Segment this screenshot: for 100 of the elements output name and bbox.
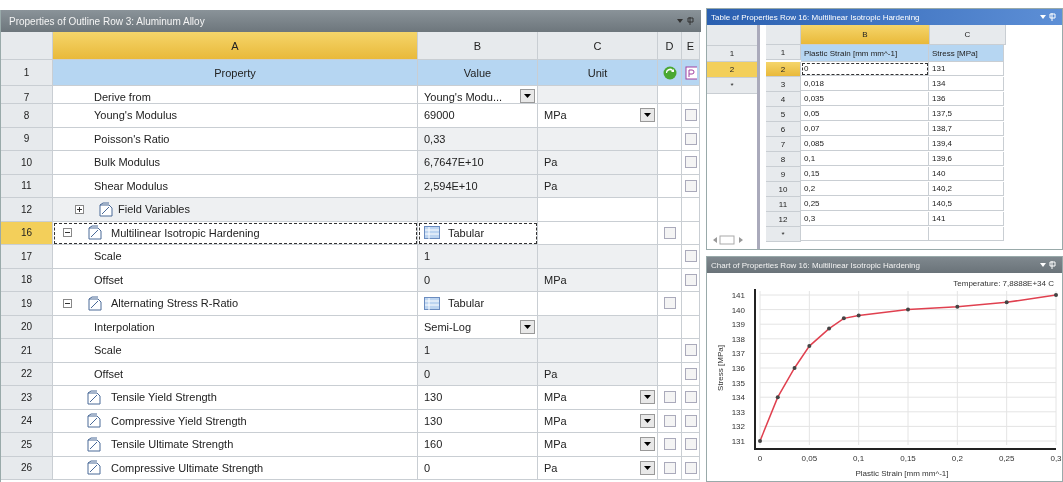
table-cell[interactable]: 0,035 <box>801 92 929 106</box>
pin-icon[interactable] <box>1038 261 1058 269</box>
row-number[interactable]: 19 <box>1 292 53 316</box>
row-number[interactable]: 10 <box>766 182 801 197</box>
table-cell[interactable]: 140,5 <box>929 197 1004 211</box>
table-cell[interactable]: 0,15 <box>801 167 929 181</box>
property-name: Compressive Yield Strength <box>111 414 247 427</box>
window-title: Table of Properties Row 16: Multilinear Isotropic Hardening <box>711 12 920 22</box>
table-cell[interactable]: 134 <box>929 77 1004 91</box>
table-cell[interactable]: 0,07 <box>801 122 929 136</box>
property-name: Scale <box>94 250 122 263</box>
checkbox[interactable] <box>663 226 676 239</box>
checkbox[interactable] <box>685 438 697 451</box>
table-cell[interactable]: 0,3 <box>801 212 929 226</box>
dropdown-button[interactable] <box>640 437 655 452</box>
axis-tick-label: 131 <box>731 437 745 446</box>
table-cell[interactable]: 139,6 <box>929 152 1004 166</box>
dropdown-button[interactable] <box>520 319 535 334</box>
table-cell[interactable]: 0,018 <box>801 77 929 91</box>
table-cell[interactable] <box>801 227 929 241</box>
row-number[interactable]: 25 <box>1 433 53 457</box>
checkbox[interactable] <box>685 273 697 286</box>
table-cell[interactable]: 138,7 <box>929 122 1004 136</box>
row-number[interactable]: 20 <box>1 315 53 339</box>
dropdown-button[interactable] <box>640 390 655 405</box>
row-number[interactable]: 9 <box>766 167 801 182</box>
row-number[interactable]: 24 <box>1 409 53 433</box>
dropdown-button[interactable] <box>640 413 655 428</box>
scroll-arrows[interactable] <box>711 235 745 245</box>
property-unit: MPa <box>544 438 567 451</box>
checkbox[interactable] <box>685 367 697 380</box>
table-cell[interactable]: 140 <box>929 167 1004 181</box>
column-header[interactable]: D <box>658 32 682 60</box>
table-cell[interactable]: 131 <box>929 62 1004 76</box>
row-number[interactable]: 8 <box>766 152 801 167</box>
table-cell[interactable]: 0,25 <box>801 197 929 211</box>
table-cell[interactable] <box>929 227 1004 241</box>
dropdown-button[interactable] <box>520 89 535 103</box>
row-number[interactable]: 11 <box>1 174 53 198</box>
pin-icon[interactable] <box>675 16 697 26</box>
row-number[interactable]: 7 <box>1 86 53 104</box>
row-number[interactable]: 10 <box>1 151 53 175</box>
column-header[interactable]: C <box>538 32 658 60</box>
table-cell[interactable]: 139,4 <box>929 137 1004 151</box>
table-cell[interactable]: 140,2 <box>929 182 1004 196</box>
checkbox[interactable] <box>685 344 697 357</box>
row-number[interactable]: 12 <box>766 212 801 227</box>
checkbox[interactable] <box>685 414 697 427</box>
checkbox[interactable] <box>685 391 697 404</box>
checkbox[interactable] <box>685 109 697 122</box>
column-header[interactable]: C <box>930 25 1006 45</box>
row-number[interactable]: 8 <box>1 104 53 128</box>
dropdown-button[interactable] <box>640 108 655 123</box>
expander-icon[interactable] <box>63 228 72 238</box>
table-cell[interactable]: 0,2 <box>801 182 929 196</box>
row-number[interactable]: 22 <box>1 362 53 386</box>
checkbox[interactable] <box>685 179 697 192</box>
expander-icon[interactable] <box>75 204 84 214</box>
checkbox[interactable] <box>663 438 676 451</box>
checkbox[interactable] <box>663 391 676 404</box>
checkbox[interactable] <box>685 461 697 474</box>
row-number[interactable]: 26 <box>1 456 53 480</box>
row-number[interactable]: 9 <box>1 127 53 151</box>
column-header[interactable]: E <box>682 32 700 60</box>
expander-icon[interactable] <box>63 298 72 308</box>
row-number[interactable]: 1 <box>707 46 757 62</box>
table-cell[interactable]: 0,05 <box>801 107 929 121</box>
table-cell[interactable]: 141 <box>929 212 1004 226</box>
row-number[interactable]: 11 <box>766 197 801 212</box>
row-number[interactable]: 7 <box>766 137 801 152</box>
row-number[interactable]: 2 <box>707 62 757 78</box>
column-header[interactable]: A <box>53 32 418 60</box>
column-header[interactable]: B <box>418 32 538 60</box>
checkbox[interactable] <box>685 156 697 169</box>
row-number[interactable]: 18 <box>1 268 53 292</box>
pin-icon[interactable] <box>1038 13 1058 21</box>
row-number[interactable]: 17 <box>1 245 53 269</box>
row-number[interactable]: 16 <box>1 221 53 245</box>
row-number[interactable]: 21 <box>1 339 53 363</box>
row-number[interactable]: * <box>707 78 757 94</box>
row-number[interactable]: 5 <box>766 107 801 122</box>
table-icon <box>88 225 102 241</box>
checkbox[interactable] <box>663 297 676 310</box>
column-header[interactable]: B <box>801 25 930 45</box>
checkbox[interactable] <box>685 250 697 263</box>
checkbox[interactable] <box>663 414 676 427</box>
row-number[interactable]: 12 <box>1 198 53 222</box>
row-number[interactable]: 4 <box>766 92 801 107</box>
dropdown-button[interactable] <box>640 460 655 475</box>
table-cell[interactable]: 136 <box>929 92 1004 106</box>
table-cell[interactable]: 0 <box>801 62 929 76</box>
row-number[interactable]: 3 <box>766 77 801 92</box>
row-number[interactable]: 6 <box>766 122 801 137</box>
table-cell[interactable]: 0,085 <box>801 137 929 151</box>
table-cell[interactable]: 137,5 <box>929 107 1004 121</box>
row-number[interactable]: 2 <box>766 62 801 77</box>
checkbox[interactable] <box>685 132 697 145</box>
table-cell[interactable]: 0,1 <box>801 152 929 166</box>
row-number[interactable]: 23 <box>1 386 53 410</box>
checkbox[interactable] <box>663 461 676 474</box>
